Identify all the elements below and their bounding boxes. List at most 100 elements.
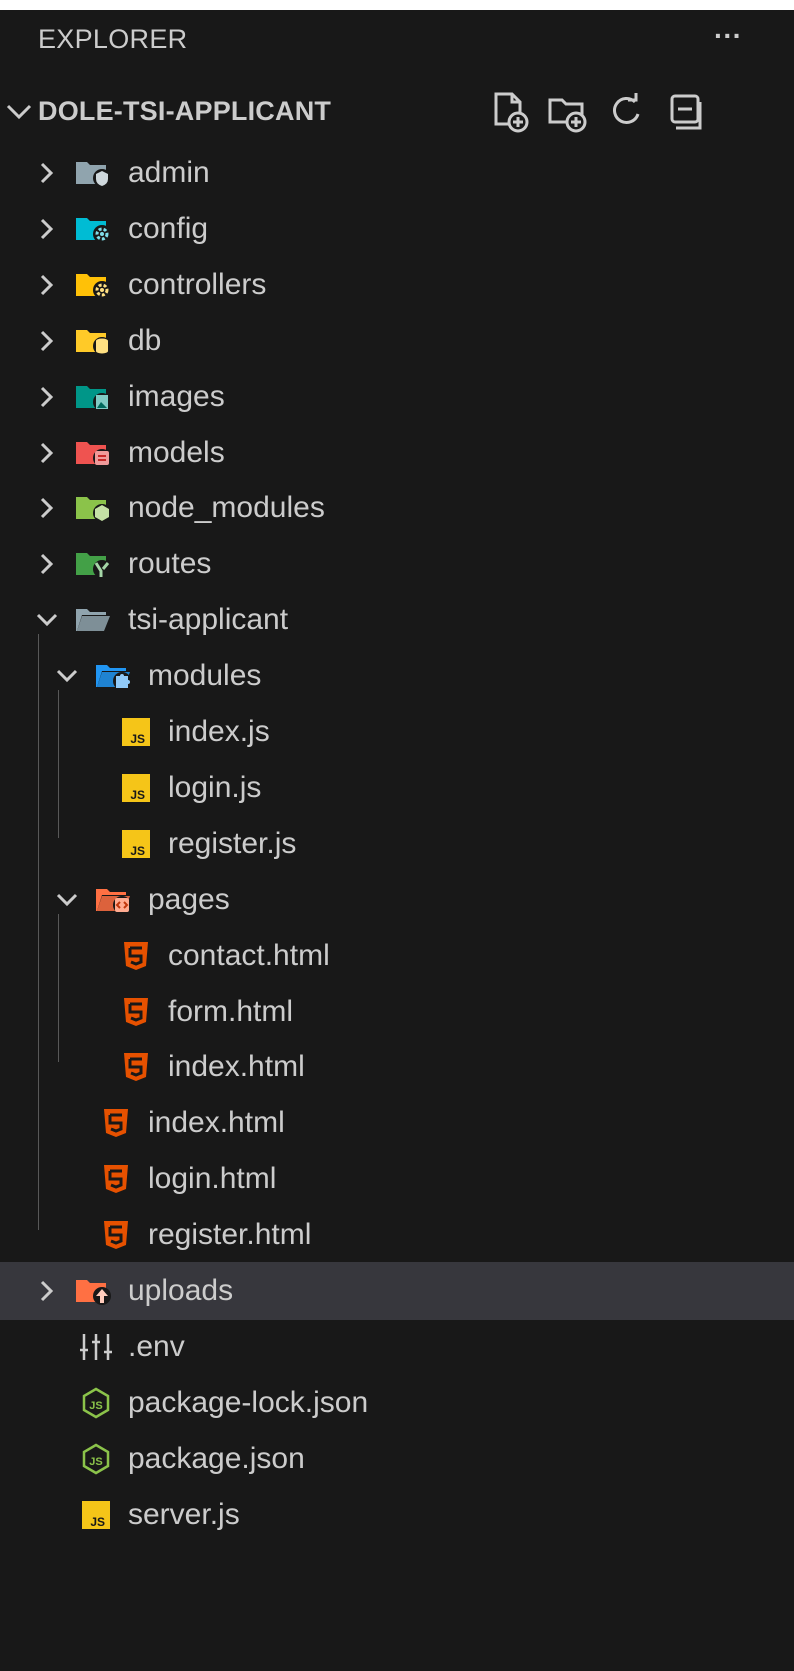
folder-name: admin [128, 156, 210, 189]
tree-folder-row[interactable]: modules [0, 647, 794, 705]
javascript-icon: JS [82, 1501, 110, 1529]
html-icon [104, 1165, 128, 1193]
tree-folder-row[interactable]: uploads [0, 1262, 794, 1320]
chevron-right-icon[interactable] [32, 156, 62, 190]
collapse-all-icon[interactable] [664, 90, 708, 134]
html-icon [104, 1221, 128, 1249]
tree-folder-row[interactable]: db [0, 312, 794, 370]
svg-text:JS: JS [130, 732, 145, 746]
tree-file-row[interactable]: index.html [0, 1038, 794, 1096]
tree-folder-row[interactable]: admin [0, 144, 794, 202]
tree-file-row[interactable]: JS package-lock.json [0, 1374, 794, 1432]
folder-config-icon [76, 218, 111, 243]
folder-controllers-icon [76, 274, 111, 299]
tree-folder-row[interactable]: models [0, 424, 794, 482]
tree-folder-row[interactable]: images [0, 368, 794, 426]
javascript-icon: JS [122, 774, 150, 802]
folder-models-icon [76, 442, 111, 467]
svg-text:JS: JS [130, 844, 145, 858]
tree-file-row[interactable]: form.html [0, 983, 794, 1041]
tree-file-row[interactable]: login.html [0, 1150, 794, 1208]
chevron-right-icon[interactable] [32, 1274, 62, 1308]
new-file-icon[interactable] [488, 90, 532, 134]
file-name: login.html [148, 1162, 277, 1195]
folder-name: routes [128, 547, 212, 580]
file-name: server.js [128, 1498, 240, 1531]
folder-name: config [128, 212, 209, 245]
tree-file-row[interactable]: JS login.js [0, 759, 794, 817]
folder-name: db [128, 324, 162, 357]
nodejs-icon: JS [82, 1387, 110, 1419]
folder-node-icon [76, 497, 111, 522]
file-name: package-lock.json [128, 1386, 369, 1419]
tree-folder-row[interactable]: tsi-applicant [0, 591, 794, 649]
html-icon [124, 998, 148, 1026]
tree-folder-row[interactable]: node_modules [0, 479, 794, 537]
file-name: package.json [128, 1442, 305, 1475]
window-top-strip [0, 0, 794, 10]
folder-routes-icon [76, 553, 111, 578]
folder-name: pages [148, 883, 230, 916]
explorer-title: EXPLORER [38, 24, 188, 54]
chevron-down-icon[interactable] [4, 92, 34, 132]
folder-images-icon [76, 386, 111, 411]
javascript-icon: JS [122, 830, 150, 858]
folder-open-icon [76, 609, 110, 631]
chevron-down-icon[interactable] [32, 603, 62, 637]
folder-database-icon [76, 330, 111, 355]
file-name: contact.html [168, 939, 330, 972]
new-folder-icon[interactable] [546, 90, 590, 134]
file-name: index.js [168, 715, 270, 748]
file-name: form.html [168, 995, 294, 1028]
chevron-right-icon[interactable] [32, 436, 62, 470]
chevron-right-icon[interactable] [32, 547, 62, 581]
tree-file-row[interactable]: JS server.js [0, 1486, 794, 1544]
chevron-down-icon[interactable] [52, 659, 82, 693]
file-name: login.js [168, 771, 262, 804]
env-settings-icon [80, 1334, 112, 1360]
html-icon [104, 1109, 128, 1137]
javascript-icon: JS [122, 718, 150, 746]
chevron-right-icon[interactable] [32, 268, 62, 302]
file-name: index.html [168, 1050, 305, 1083]
html-icon [124, 1053, 148, 1081]
tree-file-row[interactable]: contact.html [0, 927, 794, 985]
ellipsis-icon[interactable]: ··· [714, 22, 742, 50]
tree-file-row[interactable]: JS package.json [0, 1430, 794, 1488]
chevron-right-icon[interactable] [32, 212, 62, 246]
folder-modules-icon [96, 665, 131, 690]
tree-folder-row[interactable]: routes [0, 535, 794, 593]
tree-folder-row[interactable]: pages [0, 871, 794, 929]
file-name: .env [128, 1330, 185, 1363]
nodejs-icon: JS [82, 1443, 110, 1475]
folder-upload-icon [76, 1280, 111, 1305]
tree-file-row[interactable]: JS index.js [0, 703, 794, 761]
chevron-right-icon[interactable] [32, 380, 62, 414]
file-name: index.html [148, 1106, 285, 1139]
folder-name: tsi-applicant [128, 603, 289, 636]
svg-text:JS: JS [130, 788, 145, 802]
tree-folder-row[interactable]: controllers [0, 256, 794, 314]
svg-text:JS: JS [89, 1400, 102, 1412]
chevron-down-icon[interactable] [52, 883, 82, 917]
svg-text:JS: JS [89, 1456, 102, 1468]
chevron-right-icon[interactable] [32, 324, 62, 358]
tree-file-row[interactable]: register.html [0, 1206, 794, 1264]
folder-name: images [128, 380, 225, 413]
workspace-root-title[interactable]: DOLE-TSI-APPLICANT [38, 96, 331, 127]
tree-folder-row[interactable]: config [0, 200, 794, 258]
workspace-root-header[interactable]: DOLE-TSI-APPLICANT [0, 84, 794, 140]
chevron-right-icon[interactable] [32, 491, 62, 525]
tree-file-row[interactable]: JS register.js [0, 815, 794, 873]
folder-name: modules [148, 659, 262, 692]
folder-name: node_modules [128, 491, 325, 524]
svg-text:JS: JS [90, 1515, 105, 1529]
folder-admin-icon [76, 162, 111, 187]
tree-file-row[interactable]: index.html [0, 1094, 794, 1152]
folder-pages-icon [96, 889, 131, 914]
tree-file-row[interactable]: .env [0, 1318, 794, 1376]
file-name: register.js [168, 827, 297, 860]
refresh-icon[interactable] [604, 90, 648, 134]
html-icon [124, 942, 148, 970]
folder-name: models [128, 436, 225, 469]
